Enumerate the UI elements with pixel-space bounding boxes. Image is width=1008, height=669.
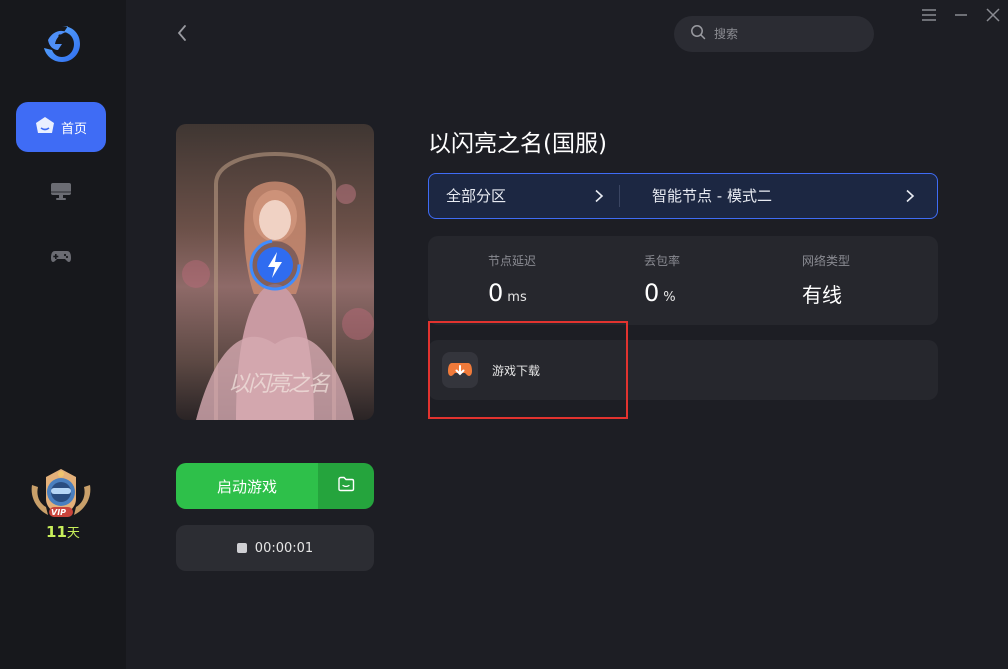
vip-days-count: 11 [46,523,67,541]
vip-label: VIP [51,508,67,517]
game-download-icon [442,352,478,388]
region-selector: 全部分区 智能节点 - 模式二 [428,173,938,219]
vip-days-unit: 天 [66,526,80,541]
monitor-icon [50,181,72,205]
poster-title: 以闪亮之名 [228,372,330,397]
stop-timer-button[interactable]: 00:00:01 [176,525,374,571]
stat-packet-loss-label: 丢包率 [644,254,681,268]
minimize-button[interactable] [952,6,970,24]
game-download-button[interactable]: 游戏下载 [442,352,540,388]
sidebar-item-games[interactable] [50,248,72,270]
stat-latency-unit: ms [507,290,527,305]
search-box[interactable] [674,16,874,52]
region-dropdown[interactable]: 全部分区 [429,174,619,217]
stat-packet-loss-unit: % [663,290,676,305]
search-input[interactable] [714,27,854,41]
back-button[interactable] [172,22,192,44]
sidebar: 首页 VIP 11天 [0,0,126,669]
sidebar-item-home[interactable]: 首页 [16,102,106,152]
stat-packet-loss: 丢包率 0% [644,252,680,307]
gamepad-icon [50,248,72,270]
node-dropdown[interactable]: 智能节点 - 模式二 [620,174,938,217]
sidebar-item-monitor[interactable] [50,182,72,204]
launch-game-button[interactable]: 启动游戏 [176,463,318,509]
menu-button[interactable] [920,6,938,24]
chevron-right-icon [594,189,604,203]
back-chevron-icon [172,25,192,48]
region-label: 全部分区 [446,187,507,205]
session-timer: 00:00:01 [254,540,314,556]
stat-latency-value: 0 [488,279,504,307]
close-icon [984,8,1002,28]
dolphin-logo-icon [38,20,86,68]
stat-network-type-label: 网络类型 [802,254,851,268]
stop-icon [236,543,247,553]
menu-icon [920,9,938,28]
game-title: 以闪亮之名(国服) [428,131,607,157]
stat-packet-loss-value: 0 [644,279,660,307]
game-download-label: 游戏下载 [492,363,541,378]
stat-latency: 节点延迟 0 ms [488,252,536,307]
chevron-right-icon [905,189,915,203]
stat-network-type-value: 有线 [802,283,842,307]
search-icon [690,24,706,44]
node-label: 智能节点 - 模式二 [652,187,772,205]
open-folder-button[interactable] [318,463,374,509]
network-stats-panel: 节点延迟 0 ms 丢包率 0% 网络类型 有线 [428,236,938,325]
folder-icon [337,476,355,496]
launch-group: 启动游戏 [176,463,374,509]
vip-badge[interactable]: VIP [26,465,96,525]
minimize-icon [952,9,970,28]
close-button[interactable] [984,6,1002,24]
tools-panel: 游戏下载 [428,340,938,400]
boost-lightning-icon [248,238,302,292]
stat-network-type: 网络类型 有线 [802,252,850,308]
stat-latency-label: 节点延迟 [488,254,537,268]
home-icon [35,116,55,138]
vip-days: 11天 [0,522,126,541]
game-poster: 以闪亮之名 [176,124,374,420]
sidebar-item-label: 首页 [60,121,87,137]
